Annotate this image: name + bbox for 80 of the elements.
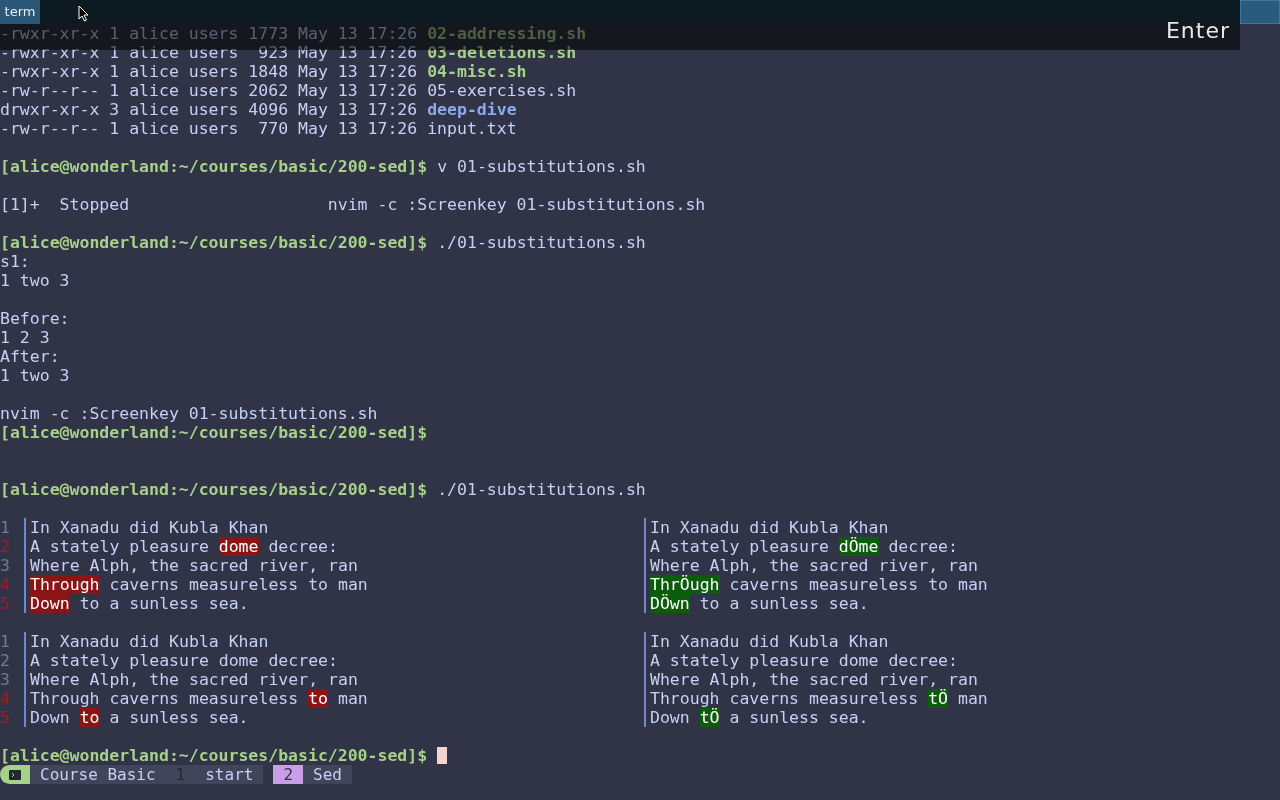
line-number: 5 <box>0 594 11 613</box>
line-number: 4 <box>0 689 11 708</box>
line-text: In Xanadu did Kubla Khan <box>30 632 269 651</box>
line-text: A stately pleasure <box>650 537 830 556</box>
line-text: a sunless sea. <box>108 708 249 727</box>
shell-command: ./01-substitutions.sh <box>437 480 646 499</box>
file-name: 02-addressing.sh <box>427 24 587 43</box>
line-text: In Xanadu did Kubla Khan <box>650 518 889 537</box>
line-text: Down <box>30 708 71 727</box>
tab-bar-end <box>1240 0 1280 24</box>
line-number: 5 <box>0 708 11 727</box>
line-text: caverns measureless to man <box>728 575 988 594</box>
file-name: input.txt <box>427 119 517 138</box>
line-number: 2 <box>0 651 11 670</box>
file-details: -rwxr-xr-x 1 alice users 923 May 13 17:26 <box>0 43 418 62</box>
output-line: s1: <box>0 252 31 271</box>
line-text: Where Alph, the sacred river, ran <box>30 556 358 575</box>
line-text: caverns measureless to man <box>108 575 368 594</box>
file-name: 04-misc.sh <box>427 62 527 81</box>
line-number: 3 <box>0 556 11 575</box>
added-text: dÖme <box>838 537 879 556</box>
line-text: man <box>956 689 988 708</box>
added-text: DÖwn <box>650 594 690 613</box>
line-text: Where Alph, the sacred river, ran <box>30 670 358 689</box>
line-text: decree: <box>887 537 958 556</box>
line-number: 3 <box>0 670 11 689</box>
output-line: nvim -c :Screenkey 01-substitutions.sh <box>0 404 379 423</box>
line-text: Where Alph, the sacred river, ran <box>650 556 978 575</box>
shell-prompt: [alice@wonderland:~/courses/basic/200-sed]$ <box>0 480 428 499</box>
removed-text: to <box>79 708 100 727</box>
line-text: man <box>336 689 368 708</box>
shell-prompt: [alice@wonderland:~/courses/basic/200-sed]$ <box>0 423 428 442</box>
line-text: A stately pleasure dome decree: <box>650 651 958 670</box>
shell-prompt: [alice@wonderland:~/courses/basic/200-sed]$ <box>0 157 428 176</box>
line-number: 2 <box>0 537 11 556</box>
removed-text: to <box>308 689 329 708</box>
line-text: In Xanadu did Kubla Khan <box>650 632 889 651</box>
removed-text: Through <box>30 575 100 594</box>
line-text: decree: <box>267 537 338 556</box>
keystroke-label: Enter <box>1165 17 1230 45</box>
added-text: ThrÖugh <box>650 575 720 594</box>
line-text: a sunless sea. <box>728 708 869 727</box>
line-text: to a sunless sea. <box>698 594 869 613</box>
file-name: 03-deletions.sh <box>427 43 577 62</box>
file-details: -rwxr-xr-x 1 alice users 1848 May 13 17:26 <box>0 62 418 81</box>
removed-text: Down <box>30 594 70 613</box>
output-line: 1 2 3 <box>0 328 51 347</box>
line-text: In Xanadu did Kubla Khan <box>30 518 269 537</box>
file-details: drwxr-xr-x 3 alice users 4096 May 13 17:26 <box>0 100 418 119</box>
terminal-icon <box>9 769 21 780</box>
mouse-pointer-icon <box>78 5 89 22</box>
line-text: to a sunless sea. <box>78 594 249 613</box>
added-text: tÖ <box>928 689 949 708</box>
removed-text: dome <box>218 537 259 556</box>
line-text: A stately pleasure <box>30 537 210 556</box>
output-line: After: <box>0 347 61 366</box>
terminal-tab[interactable]: term <box>0 0 40 24</box>
output-line: [1]+ Stopped nvim -c :Screenkey 01-substitutions.sh <box>0 195 707 214</box>
line-text: Where Alph, the sacred river, ran <box>650 670 978 689</box>
shell-prompt: [alice@wonderland:~/courses/basic/200-sed]$ <box>0 746 428 765</box>
output-line: 1 two 3 <box>0 271 71 290</box>
file-details: -rwxr-xr-x 1 alice users 1773 May 13 17:26 <box>0 24 418 43</box>
line-text: Through caverns measureless <box>650 689 920 708</box>
output-line: 1 two 3 <box>0 366 71 385</box>
line-number: 1 <box>0 632 11 651</box>
line-number: 1 <box>0 518 11 537</box>
line-number: 4 <box>0 575 11 594</box>
shell-prompt: [alice@wonderland:~/courses/basic/200-sed]$ <box>0 233 428 252</box>
file-name: 05-exercises.sh <box>427 81 577 100</box>
line-text: Through caverns measureless <box>30 689 300 708</box>
shell-command: ./01-substitutions.sh <box>437 233 646 252</box>
line-text: Down <box>650 708 691 727</box>
file-name: deep-dive <box>427 100 517 119</box>
session-name: Course Basic <box>30 765 166 784</box>
output-line: Before: <box>0 309 71 328</box>
file-details: -rw-r--r-- 1 alice users 2062 May 13 17:26 <box>0 81 418 100</box>
file-details: -rw-r--r-- 1 alice users 770 May 13 17:26 <box>0 119 418 138</box>
added-text: tÖ <box>699 708 720 727</box>
line-text: A stately pleasure dome decree: <box>30 651 338 670</box>
shell-command: v 01-substitutions.sh <box>437 157 646 176</box>
